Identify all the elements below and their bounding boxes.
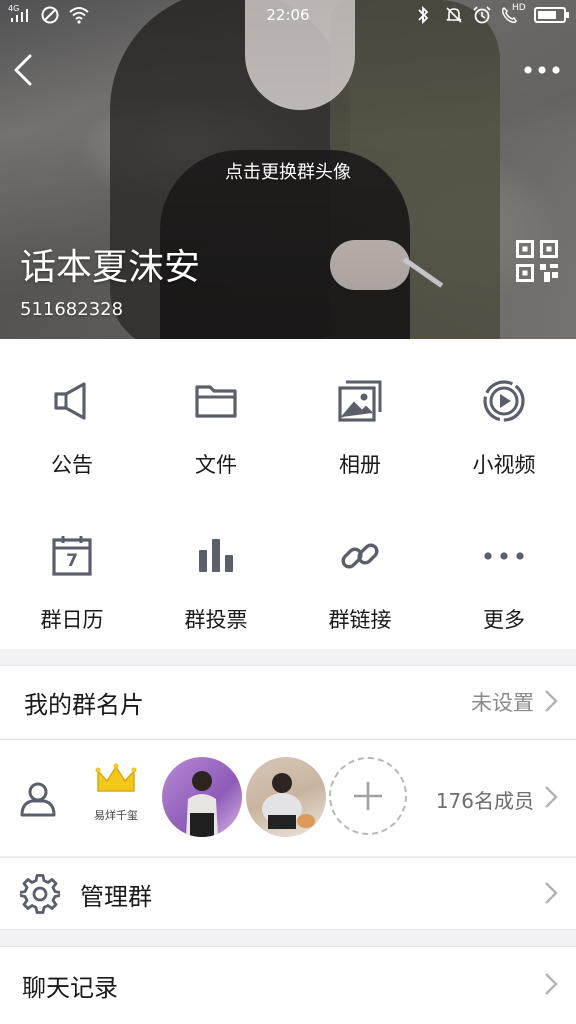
manage-group-row[interactable]: 管理群: [0, 857, 576, 930]
members-icon: [18, 779, 58, 819]
link-icon: [338, 534, 382, 578]
change-avatar-hint[interactable]: 点击更换群头像: [0, 158, 576, 184]
feature-label: 小视频: [472, 453, 536, 477]
feature-files[interactable]: 文件: [144, 339, 288, 494]
feature-short-video[interactable]: 小视频: [432, 339, 576, 494]
vote-chart-icon: [194, 534, 238, 578]
group-id: 511682328: [20, 299, 124, 320]
chevron-right-icon: [544, 785, 558, 809]
member-count: 176名成员: [435, 789, 534, 813]
feature-vote[interactable]: 群投票: [144, 494, 288, 649]
video-icon: [482, 379, 526, 423]
feature-group-link[interactable]: 群链接: [288, 494, 432, 649]
feature-label: 群链接: [328, 608, 392, 632]
feature-more[interactable]: 更多: [432, 494, 576, 649]
add-member-button[interactable]: [329, 757, 407, 835]
feature-calendar[interactable]: 7 群日历: [0, 494, 144, 649]
crown-icon: [95, 763, 137, 792]
calendar-icon: 7: [50, 534, 94, 578]
gear-icon: [20, 874, 60, 914]
back-button[interactable]: [10, 50, 40, 90]
calendar-day: 7: [66, 551, 78, 571]
chevron-right-icon: [544, 881, 558, 905]
feature-label: 更多: [483, 608, 525, 632]
chevron-right-icon: [544, 689, 558, 713]
member-avatar[interactable]: [162, 757, 242, 837]
group-card-title: 我的群名片: [24, 691, 144, 719]
folder-icon: [194, 379, 238, 423]
feature-grid: 公告 文件 相册 小视频 7 群日历 群投票 群链接 更多: [0, 339, 576, 649]
qr-code-icon: [516, 240, 558, 282]
feature-label: 公告: [51, 453, 93, 477]
members-row[interactable]: 易烊千玺 176名成员: [0, 739, 576, 856]
feature-label: 群日历: [40, 608, 104, 632]
my-group-card-row[interactable]: 我的群名片 未设置: [0, 665, 576, 738]
feature-label: 群投票: [184, 608, 248, 632]
album-icon: [338, 379, 382, 423]
chevron-right-icon: [544, 972, 558, 996]
crown-caption: 易烊千玺: [94, 809, 138, 822]
battery-icon: [534, 7, 569, 23]
group-name: 话本夏沫安: [20, 247, 201, 288]
megaphone-icon: [50, 379, 94, 423]
feature-album[interactable]: 相册: [288, 339, 432, 494]
group-card-value: 未设置: [471, 691, 534, 715]
manage-group-title: 管理群: [80, 883, 152, 911]
more-menu-button[interactable]: [522, 60, 562, 80]
member-avatar[interactable]: 易烊千玺: [76, 757, 156, 837]
feature-label: 文件: [195, 453, 237, 477]
status-bar: 4G 22:06 HD: [0, 0, 576, 32]
qr-code-button[interactable]: [516, 240, 558, 282]
silent-bell-icon: [444, 5, 464, 25]
member-avatar[interactable]: [246, 757, 326, 837]
alarm-icon: [472, 5, 492, 25]
hd-call-icon: HD: [500, 3, 526, 25]
more-dots-icon: [482, 534, 526, 578]
chat-history-title: 聊天记录: [22, 974, 118, 1002]
chat-history-row[interactable]: 聊天记录: [0, 946, 576, 1024]
feature-label: 相册: [339, 453, 381, 477]
bluetooth-icon: [416, 5, 436, 25]
plus-icon: [354, 782, 382, 810]
feature-announcement[interactable]: 公告: [0, 339, 144, 494]
